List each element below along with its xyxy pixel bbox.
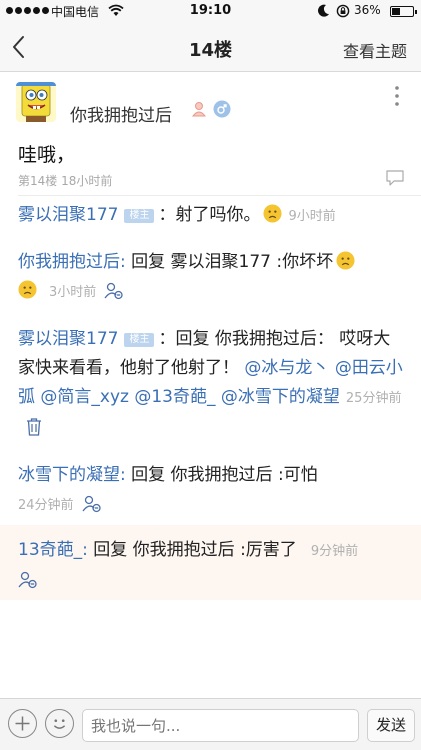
owner-badge: 楼主 [124, 333, 155, 347]
plus-icon[interactable] [8, 709, 37, 738]
post-meta: 第14楼 18小时前 [18, 174, 113, 188]
reply-author[interactable]: 雾以泪聚177 [18, 329, 118, 349]
reply-author[interactable]: 13奇葩_: [18, 540, 88, 560]
reply-text: 回复 雾以泪聚177 :你坏坏 [125, 252, 334, 272]
comment-icon[interactable] [386, 170, 404, 186]
avatar[interactable] [16, 82, 56, 122]
reply-user-icon[interactable] [104, 282, 124, 300]
reply-time: 24分钟前 [18, 498, 74, 513]
reply-author[interactable]: 雾以泪聚177 [18, 205, 118, 225]
mention-link[interactable]: @13奇葩_ [134, 387, 215, 407]
worried-face-emoji-icon [336, 251, 355, 270]
reply-time: 25分钟前 [345, 391, 402, 406]
reply-author[interactable]: 你我拥抱过后: [18, 252, 126, 272]
moon-icon [318, 4, 329, 17]
owner-badge: 楼主 [124, 209, 155, 223]
divider [18, 195, 421, 196]
send-button[interactable]: 发送 [367, 709, 415, 742]
worried-face-emoji-icon [18, 280, 37, 299]
post-author[interactable]: 你我拥抱过后 [70, 101, 172, 126]
mention-link[interactable]: @冰雪下的凝望 [221, 387, 340, 407]
worried-face-emoji-icon [263, 204, 282, 223]
reply-item[interactable]: 13奇葩_: 回复 你我拥抱过后 :厉害了 9分钟前 [18, 536, 406, 595]
reply-text: 回复 你我拥抱过后 :厉害了 [87, 540, 297, 560]
reply-input[interactable] [82, 709, 359, 742]
reply-time: 9小时前 [288, 209, 336, 224]
reply-user-icon[interactable] [18, 571, 38, 589]
user-level-icon [191, 102, 207, 117]
delete-trash-icon[interactable] [26, 417, 42, 436]
reply-item[interactable]: 你我拥抱过后: 回复 雾以泪聚177 :你坏坏 3小时前 [18, 248, 406, 307]
rotation-lock-icon [336, 4, 350, 18]
status-bar: 中国电信 19:10 36% [0, 0, 421, 22]
back-chevron-icon[interactable] [8, 34, 32, 60]
reply-author[interactable]: 冰雪下的凝望: [18, 465, 126, 485]
reply-item[interactable]: 冰雪下的凝望: 回复 你我拥抱过后 :可怕 24分钟前 [18, 461, 406, 520]
male-gender-icon [213, 100, 231, 118]
reply-time: 3小时前 [49, 285, 97, 300]
reply-text: ：射了吗你。 [158, 205, 261, 225]
reply-user-icon[interactable] [82, 495, 102, 513]
reply-text: 回复 你我拥抱过后 :可怕 [125, 465, 318, 485]
reply-item[interactable]: 雾以泪聚177 楼主 ：射了吗你。 9小时前 [18, 201, 406, 231]
view-topic-button[interactable]: 查看主题 [343, 38, 407, 62]
nav-bar: 14楼 查看主题 [0, 22, 421, 72]
mention-link[interactable]: @简言_xyz [40, 387, 129, 407]
input-bar: 发送 [0, 698, 421, 750]
emoji-smile-icon[interactable] [45, 709, 74, 738]
more-options-icon[interactable] [392, 85, 402, 107]
post-content: 哇哦， [18, 144, 76, 166]
battery-icon [390, 6, 417, 17]
reply-item[interactable]: 雾以泪聚177 楼主 ：回复 你我拥抱过后： 哎呀大家快来看看，他射了他射了！ @冰… [18, 325, 406, 442]
mention-link[interactable]: @冰与龙丶 [244, 358, 329, 378]
reply-time: 9分钟前 [310, 544, 359, 559]
battery-percent: 36% [354, 3, 381, 17]
